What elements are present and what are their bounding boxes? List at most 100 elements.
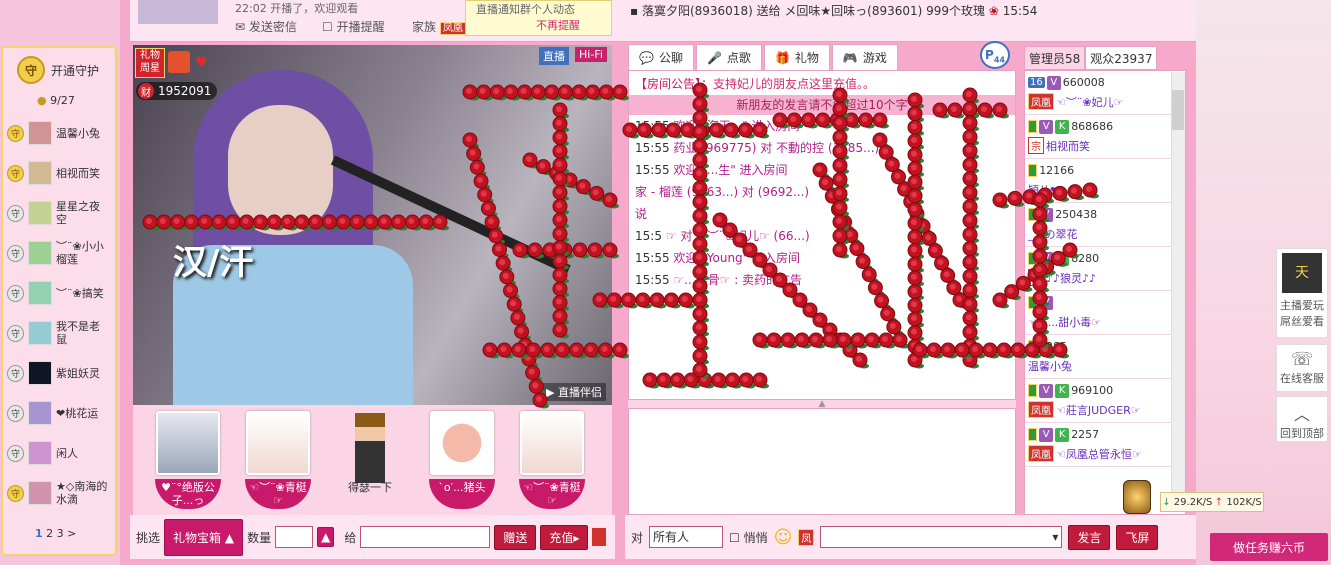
rank-badge <box>1028 120 1038 133</box>
chat-message[interactable]: 15:55 欢迎 "...生" 进入房间 <box>635 159 1009 181</box>
chat-message[interactable]: 15:55 欢迎 "海天..." 进入房间 <box>635 115 1009 137</box>
tab-gift[interactable]: 🎁 礼物 <box>763 44 830 70</box>
gift-rank-avatar-3[interactable]: 得瑟一下 <box>337 411 403 509</box>
recharge-button[interactable]: 充值▸ <box>540 524 589 550</box>
hifi-tag[interactable]: Hi-Fi <box>575 47 607 62</box>
say-button[interactable]: 发言 <box>1068 524 1111 550</box>
online-service-button[interactable]: ☏ 在线客服 <box>1276 344 1328 392</box>
task-earn-button[interactable]: 做任务赚六币 <box>1210 533 1328 561</box>
chat-splitter[interactable]: ▲ <box>628 400 1016 409</box>
user-list-scrollbar[interactable] <box>1171 72 1185 512</box>
guard-item[interactable]: 守 ★◇南海的水滴 <box>3 473 115 513</box>
family-link[interactable]: 家族 凤凰 <box>412 18 466 35</box>
user-row[interactable]: VK 969100 凤凰 ☜莊言JUDGER☞ <box>1025 379 1185 423</box>
user-row[interactable]: V ☜★...甜小毒☞ <box>1025 291 1185 335</box>
user-row[interactable]: 12166 穎儿❤ <box>1025 159 1185 203</box>
chat-text: ☞...排骨☞ : 卖药的广告 <box>673 273 803 287</box>
gift-box-button[interactable]: 礼物宝箱 ▲ <box>164 518 244 556</box>
guard-item[interactable]: 守 紫姐妖灵 <box>3 353 115 393</box>
tab-game[interactable]: 🎮 游戏 <box>831 44 898 70</box>
chat-text: 欢迎 "...生" 进入房间 <box>673 163 788 177</box>
guard-item[interactable]: 守 相视而笑 <box>3 153 115 193</box>
guard-item[interactable]: 守 我不是老鼠 <box>3 313 115 353</box>
vip-emoji-icon[interactable]: 凤 <box>798 528 815 546</box>
gift-rank-avatar-5[interactable]: ☜︶¨❀青梃☞ <box>519 411 585 509</box>
guard-panel: 守 开通守护 ● 9/27 守 温馨小兔守 相视而笑守 星星之夜空守 ︶¨❀小小… <box>1 46 117 556</box>
chat-message[interactable]: 家 - 榴莲 (9663...) 对 (9692...) <box>635 181 1009 203</box>
chat-message[interactable]: 15:55 ☞...排骨☞ : 卖药的广告 <box>635 269 1009 291</box>
user-row[interactable]: VK 868686 宗 相视而笑 <box>1025 115 1185 159</box>
p-level-badge[interactable]: P44 <box>980 41 1010 69</box>
live-status-text: 22:02 开播了，欢迎观看 <box>235 2 359 15</box>
chat-text: 欢迎 "Young" 进入房间 <box>673 251 800 265</box>
live-tag[interactable]: 直播 <box>539 47 569 65</box>
chat-message[interactable]: 说 <box>635 203 1009 225</box>
pick-label: 挑选 <box>136 530 161 545</box>
user-list[interactable]: 16 V 660008 凤凰 ☜︶¨❀妃儿☞ VK 868686 宗 相视而笑 … <box>1024 70 1186 515</box>
user-row[interactable]: V 250438 ___の翠花 <box>1025 203 1185 247</box>
guard-item[interactable]: 守 闲人 <box>3 433 115 473</box>
live-alert-link[interactable]: ☐ 开播提醒 <box>322 18 385 35</box>
give-gift-button[interactable]: 赠送 <box>494 524 537 550</box>
send-message-link[interactable]: ✉ 发送密信 <box>235 18 297 35</box>
play-icon: ▶ <box>546 386 558 399</box>
user-id: 9285 <box>1039 340 1068 353</box>
open-guard-button[interactable]: 守 开通守护 <box>3 48 115 84</box>
recipient-select[interactable]: 所有人 <box>649 526 724 548</box>
guard-rank-icon: 守 <box>7 364 24 382</box>
tab-song-request[interactable]: 🎤 点歌 <box>695 44 762 70</box>
tiangan-logo-icon: 天 <box>1282 253 1322 293</box>
wealth-side-icon[interactable] <box>592 528 607 546</box>
public-chat-log[interactable]: 【房间公告】：支持妃儿的朋友点这里充值。。 新朋友的发言请不要超过10个字 15… <box>628 70 1016 400</box>
whisper-checkbox[interactable]: ☐ 悄悄 <box>729 529 768 546</box>
user-row[interactable]: VK 2257 凤凰 ☜凤凰总管永恒☞ <box>1025 423 1185 467</box>
page-next[interactable]: > <box>67 527 76 540</box>
streamer-face <box>228 105 333 235</box>
rank-badge <box>1028 428 1038 441</box>
award-icon[interactable] <box>168 51 190 73</box>
announcement-link[interactable]: 支持妃儿的朋友点这里充值。。 <box>713 77 875 91</box>
chat-message[interactable]: 15:5 ☞ 对 ☜︶¨❀妃儿☞ (66...) <box>635 225 1009 247</box>
user-id: 12166 <box>1039 164 1075 177</box>
gift-rank-avatar-1[interactable]: ♥¨°绝版公子...っ <box>155 411 221 509</box>
page-3[interactable]: 3 <box>57 527 64 540</box>
fans-promo-button[interactable]: 天 主播爱玩屌丝爱看 <box>1276 248 1328 338</box>
video-player[interactable]: 礼物周星 ♥ 财 1952091 直播 Hi-Fi 汉/汗 ▶ 直播伴侣 <box>133 45 612 405</box>
gift-rank-avatar-4[interactable]: `o′...猪头 <box>429 411 495 509</box>
user-row[interactable]: 9285 温馨小兔 <box>1025 335 1185 379</box>
page-2[interactable]: 2 <box>46 527 53 540</box>
tab-viewers[interactable]: 观众23937 <box>1085 46 1158 70</box>
guard-name: 我不是老鼠 <box>56 320 100 346</box>
chat-message[interactable]: 15:55 欢迎 "Young" 进入房间 <box>635 247 1009 269</box>
user-row[interactable]: VK 8280 宗 ♪♪狼灵♪♪ <box>1025 247 1185 291</box>
user-row[interactable]: 16 V 660008 凤凰 ☜︶¨❀妃儿☞ <box>1025 71 1185 115</box>
speech-icon: 💬 <box>639 50 654 65</box>
tab-public-chat[interactable]: 💬 公聊 <box>628 44 694 70</box>
notice-dismiss-link[interactable]: 不再提醒 <box>466 17 611 33</box>
emoji-icon[interactable]: ☺ <box>774 527 793 548</box>
chat-message[interactable]: 15:55 药业 (969775) 对 不動的控 (1885...) <box>635 137 1009 159</box>
recipient-input[interactable] <box>360 526 491 548</box>
private-chat-log[interactable] <box>628 408 1016 515</box>
quantity-input[interactable] <box>275 526 314 548</box>
quantity-stepper[interactable]: ▲ <box>317 527 335 547</box>
gift-rank-avatar-2[interactable]: ☜︶¨❀青梃☞ <box>245 411 311 509</box>
guard-item[interactable]: 守 ︶¨❀小小榴莲 <box>3 233 115 273</box>
guard-item[interactable]: 守 ︶¨❀搞笑 <box>3 273 115 313</box>
gift-rank-name: ♥¨°绝版公子...っ <box>155 479 221 509</box>
tab-admins[interactable]: 管理员58 <box>1024 46 1086 70</box>
guard-item[interactable]: 守 ❤桃花运 <box>3 393 115 433</box>
triangle-up-icon: ▲ <box>224 530 235 545</box>
anchor-avatar[interactable] <box>138 0 218 24</box>
rank-badge <box>1028 164 1038 177</box>
back-to-top-button[interactable]: ︿ 回到顶部 <box>1276 396 1328 442</box>
download-speed: 29.2K/S <box>1173 496 1213 508</box>
scrollbar-thumb[interactable] <box>1172 90 1184 130</box>
page-1[interactable]: 1 <box>35 527 43 540</box>
message-input[interactable]: ▾ <box>820 526 1063 548</box>
guard-item[interactable]: 守 温馨小兔 <box>3 113 115 153</box>
lantern-icon[interactable] <box>1123 480 1151 514</box>
gift-star-badge[interactable]: 礼物周星 <box>135 48 165 78</box>
guard-item[interactable]: 守 星星之夜空 <box>3 193 115 233</box>
fly-screen-button[interactable]: 飞屏 <box>1116 524 1159 550</box>
